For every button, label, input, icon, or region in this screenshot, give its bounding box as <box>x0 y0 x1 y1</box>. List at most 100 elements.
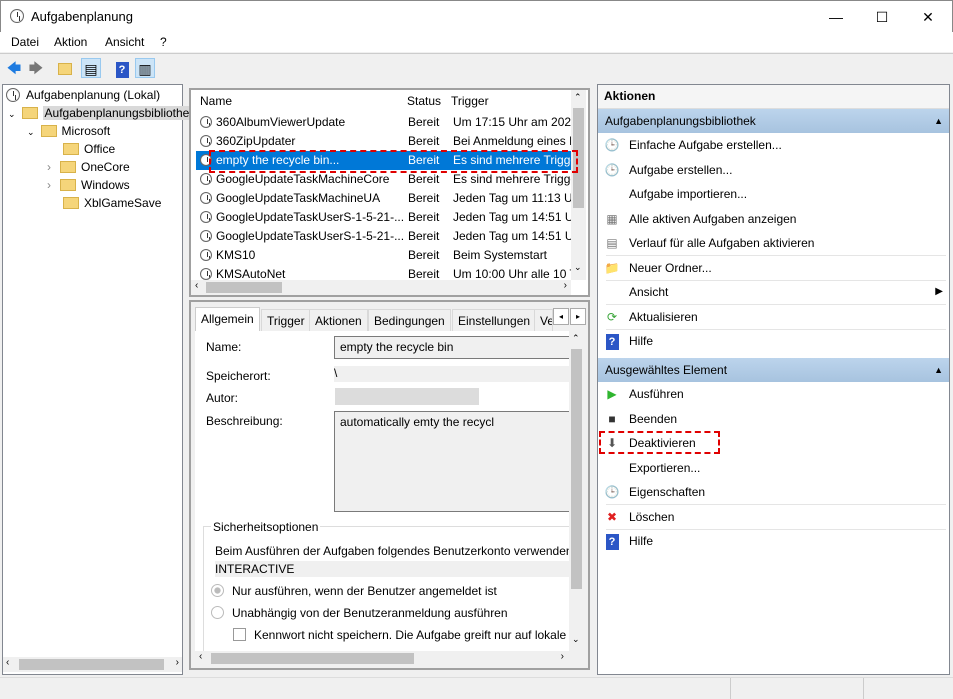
navigation-tree: Aufgabenplanung (Lokal) ⌄ Aufgabenplanung… <box>2 84 198 675</box>
task-list-horizontal-scrollbar[interactable]: ‹ › <box>191 280 571 295</box>
action-item-neuer-ordner[interactable]: 📁 Neuer Ordner... <box>598 256 949 280</box>
tree-windows-label: Windows <box>81 178 130 192</box>
table-row[interactable]: 360ZipUpdater Bereit Bei Anmeldung eines… <box>196 132 571 151</box>
toolbar: 🡄 🡆 ▤ ? ▥ <box>0 53 953 81</box>
tree-onecore[interactable]: › OneCore <box>47 158 130 176</box>
action-item-ansicht[interactable]: Ansicht ▶ <box>598 280 949 304</box>
author-label: Autor: <box>206 391 239 405</box>
tab-scroll-left-button[interactable]: ◂ <box>553 308 569 325</box>
tree-xblgamesave[interactable]: XblGameSave <box>63 194 161 212</box>
checkbox-do-not-store-password[interactable]: Kennwort nicht speichern. Die Aufgabe gr… <box>233 628 566 642</box>
maximize-button[interactable]: ☐ <box>859 1 905 33</box>
details-vertical-scrollbar[interactable]: ⌃ ⌄ <box>569 331 584 651</box>
tree-library[interactable]: ⌄ Aufgabenplanungsbibliothek <box>8 104 198 122</box>
tree-windows[interactable]: › Windows <box>47 176 130 194</box>
task-clock-icon <box>200 268 212 280</box>
action-item-hilfe[interactable]: ? Hilfe <box>598 529 949 553</box>
task-trigger: Beim Systemstart <box>453 248 548 262</box>
table-row[interactable]: GoogleUpdateTaskUserS-1-5-21-... Bereit … <box>196 227 571 246</box>
chevron-right-icon[interactable]: › <box>47 160 51 174</box>
radio-button[interactable] <box>211 606 224 619</box>
tab-scroll-right-button[interactable]: ▸ <box>570 308 586 325</box>
refresh-icon: ⟳ <box>606 309 618 324</box>
folder-icon <box>63 197 79 209</box>
table-row[interactable]: GoogleUpdateTaskMachineUA Bereit Jeden T… <box>196 189 571 208</box>
action-item-beenden[interactable]: ■ Beenden <box>598 407 949 431</box>
table-row[interactable]: GoogleUpdateTaskMachineCore Bereit Es si… <box>196 170 571 189</box>
task-trigger: Bei Anmeldung eines B <box>453 134 571 148</box>
tree-root[interactable]: Aufgabenplanung (Lokal) <box>6 86 160 104</box>
help-toolbar-icon[interactable]: ? <box>115 62 129 78</box>
action-item-einfache-aufgabe-erstellen[interactable]: 🕒 Einfache Aufgabe erstellen... <box>598 133 949 157</box>
tab-bedingungen[interactable]: Bedingungen <box>368 309 451 331</box>
description-label: Beschreibung: <box>206 414 283 428</box>
column-header-trigger[interactable]: Trigger <box>451 90 489 112</box>
folder-icon <box>40 125 57 137</box>
action-item-alle-aktiven-aufgaben-anzeigen[interactable]: ▦ Alle aktiven Aufgaben anzeigen <box>598 207 949 231</box>
forward-icon[interactable]: 🡆 <box>26 58 46 78</box>
show-hide-actions-icon[interactable]: ▥ <box>135 58 155 78</box>
action-item-eigenschaften[interactable]: 🕒 Eigenschaften <box>598 480 949 504</box>
tab-aktionen[interactable]: Aktionen <box>309 309 368 331</box>
task-list-vertical-scrollbar[interactable]: ⌃ ⌄ <box>571 90 586 280</box>
section-header-selected[interactable]: Ausgewähltes Element ▲ <box>598 358 949 382</box>
table-row[interactable]: GoogleUpdateTaskUserS-1-5-21-... Bereit … <box>196 208 571 227</box>
tree-microsoft[interactable]: ⌄ Microsoft <box>27 122 110 140</box>
tab-trigger[interactable]: Trigger <box>261 309 311 331</box>
checkbox-label: Kennwort nicht speichern. Die Aufgabe gr… <box>254 628 567 642</box>
action-item-aufgabe-erstellen[interactable]: 🕒 Aufgabe erstellen... <box>598 158 949 182</box>
tab-verlauf[interactable]: Ve <box>534 309 553 331</box>
section-header-library[interactable]: Aufgabenplanungsbibliothek ▲ <box>598 109 949 133</box>
properties-icon: 🕒 <box>604 485 620 499</box>
actions-pane: Aktionen Aufgabenplanungsbibliothek ▲ 🕒 Ei… <box>597 84 950 675</box>
collapse-icon[interactable]: ▲ <box>934 109 943 133</box>
chevron-down-icon[interactable]: ⌄ <box>27 127 35 137</box>
close-button[interactable]: ✕ <box>905 1 951 33</box>
checkbox[interactable] <box>233 628 246 641</box>
action-item-deaktivieren[interactable]: ⬇ Deaktivieren <box>598 431 949 455</box>
tree-office[interactable]: Office <box>63 140 115 158</box>
action-label: Einfache Aufgabe erstellen... <box>629 138 782 152</box>
menu-bar: Datei Aktion Ansicht ? <box>0 32 953 52</box>
table-row[interactable]: KMS10 Bereit Beim Systemstart <box>196 246 571 265</box>
radio-only-when-logged-on[interactable]: Nur ausführen, wenn der Benutzer angemel… <box>211 584 497 598</box>
action-label: Aufgabe importieren... <box>629 187 748 201</box>
action-label: Eigenschaften <box>629 485 706 499</box>
description-field[interactable]: automatically emty the recycl <box>334 411 569 512</box>
action-item-aktualisieren[interactable]: ⟳ Aktualisieren <box>598 305 949 329</box>
back-icon[interactable]: 🡄 <box>4 58 24 78</box>
table-row[interactable]: empty the recycle bin... Bereit Es sind … <box>196 151 571 170</box>
action-label: Alle aktiven Aufgaben anzeigen <box>629 211 797 226</box>
action-item-verlauf-für-alle-aufgaben-aktivieren[interactable]: ▤ Verlauf für alle Aufgaben aktivieren <box>598 231 949 255</box>
menu-ansicht[interactable]: Ansicht <box>105 35 144 49</box>
radio-button-selected[interactable] <box>211 584 224 597</box>
tab-einstellungen[interactable]: Einstellungen <box>452 309 537 331</box>
column-header-status[interactable]: Status <box>407 90 441 112</box>
action-item-löschen[interactable]: ✖ Löschen <box>598 505 949 529</box>
tree-horizontal-scrollbar[interactable]: ‹ › <box>3 657 182 672</box>
help-icon: ? <box>604 533 620 550</box>
menu-help[interactable]: ? <box>160 35 167 49</box>
collapse-icon[interactable]: ▲ <box>934 358 943 382</box>
action-item-hilfe[interactable]: ? Hilfe <box>598 329 949 353</box>
action-label: Löschen <box>629 509 675 524</box>
up-folder-icon[interactable] <box>57 63 72 75</box>
action-item-ausführen[interactable]: ▶ Ausführen <box>598 382 949 406</box>
action-item-aufgabe-importieren[interactable]: Aufgabe importieren... <box>598 182 949 206</box>
menu-datei[interactable]: Datei <box>11 35 39 49</box>
author-value-redacted <box>335 388 479 405</box>
column-header-name[interactable]: Name <box>200 90 232 112</box>
name-field[interactable]: empty the recycle bin <box>334 336 569 359</box>
table-row[interactable]: 360AlbumViewerUpdate Bereit Um 17:15 Uhr… <box>196 113 571 132</box>
radio-whether-logged-on[interactable]: Unabhängig von der Benutzeranmeldung aus… <box>211 606 508 620</box>
action-label: Aufgabe erstellen... <box>629 162 733 177</box>
task-details-panel: Allgemein Trigger Aktionen Bedingungen E… <box>189 300 590 670</box>
chevron-right-icon[interactable]: › <box>47 178 51 192</box>
details-horizontal-scrollbar[interactable]: ‹ › <box>195 651 584 666</box>
menu-aktion[interactable]: Aktion <box>54 35 87 49</box>
tab-allgemein[interactable]: Allgemein <box>195 307 260 332</box>
minimize-button[interactable]: — <box>813 1 859 33</box>
chevron-down-icon[interactable]: ⌄ <box>8 109 16 119</box>
action-item-exportieren[interactable]: Exportieren... <box>598 456 949 480</box>
show-hide-tree-icon[interactable]: ▤ <box>81 58 101 78</box>
